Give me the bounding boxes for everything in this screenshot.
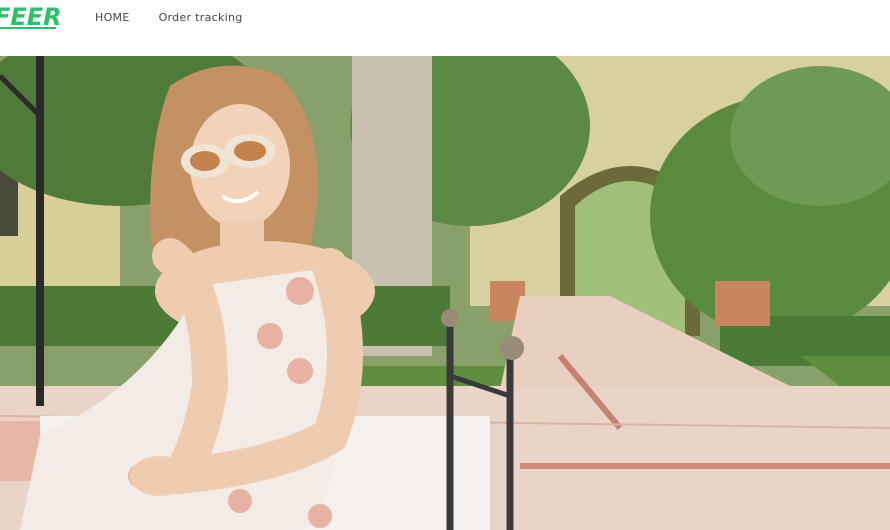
site-header: FEER HOME Order tracking bbox=[0, 0, 890, 57]
brand-logo-underline bbox=[0, 27, 56, 29]
nav-order-tracking-link[interactable]: Order tracking bbox=[159, 11, 243, 24]
main-navigation: HOME Order tracking bbox=[95, 11, 243, 24]
hero-image bbox=[0, 56, 890, 530]
page: FEER HOME Order tracking bbox=[0, 0, 890, 530]
nav-home-link[interactable]: HOME bbox=[95, 11, 130, 24]
hero-banner bbox=[0, 56, 890, 530]
